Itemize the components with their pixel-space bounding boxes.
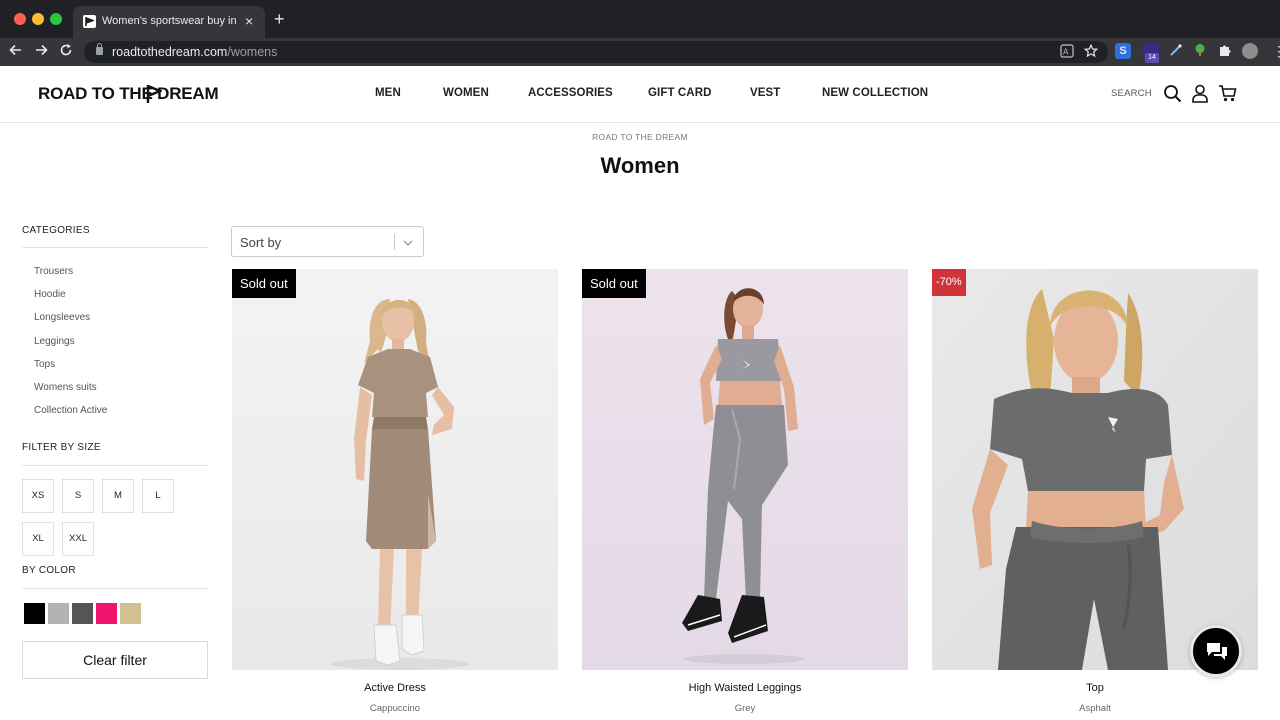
extensions-puzzle-icon[interactable] (1217, 43, 1233, 59)
product-card-top[interactable]: -70% (932, 269, 1258, 670)
category-hoodie[interactable]: Hoodie (34, 289, 66, 300)
nav-vest[interactable]: VEST (750, 87, 780, 99)
product-color: Asphalt (1079, 703, 1111, 714)
nav-gift-card[interactable]: GIFT CARD (648, 87, 712, 99)
category-womens-suits[interactable]: Womens suits (34, 382, 97, 393)
category-collection-active[interactable]: Collection Active (34, 405, 107, 416)
search-label[interactable]: SEARCH (1111, 88, 1152, 99)
tab-close-icon[interactable]: × (245, 13, 253, 29)
product-card-high-waisted-leggings[interactable]: Sold out (582, 269, 908, 670)
svg-text:A: A (1063, 48, 1069, 57)
cart-icon[interactable] (1218, 84, 1237, 108)
page-title: Women (600, 153, 680, 178)
category-longsleeves[interactable]: Longsleeves (34, 312, 90, 323)
chat-button[interactable] (1190, 625, 1242, 677)
color-swatch-light-grey[interactable] (48, 603, 69, 624)
categories-heading: CATEGORIES (22, 225, 90, 236)
reload-icon[interactable] (59, 43, 73, 62)
browser-tab-bar: Women's sportswear buy in Mo × + (0, 0, 1280, 38)
sold-out-badge: Sold out (582, 269, 646, 298)
discount-badge: -70% (932, 269, 966, 296)
window-close-button[interactable] (14, 13, 26, 25)
site-favicon-icon (83, 15, 96, 28)
window-minimize-button[interactable] (32, 13, 44, 25)
size-filter-heading: FILTER BY SIZE (22, 442, 101, 453)
browser-menu-icon[interactable]: ⋮ (1272, 43, 1280, 59)
chat-bubble-icon (1207, 643, 1227, 660)
product-color: Cappuccino (369, 703, 421, 714)
product-image-top (932, 269, 1258, 670)
product-name[interactable]: Top (932, 682, 1258, 694)
color-filter-heading: BY COLOR (22, 565, 76, 576)
browser-tab[interactable]: Women's sportswear buy in Mo × (73, 6, 265, 38)
back-arrow-icon[interactable] (9, 43, 23, 62)
divider (22, 247, 208, 248)
size-option-s[interactable]: S (62, 479, 94, 513)
browser-toolbar: roadtothedream.com/womens A S 14 ⋮ (0, 38, 1280, 66)
new-tab-button[interactable]: + (274, 10, 285, 28)
tab-title: Women's sportswear buy in Mo (102, 15, 240, 27)
divider (22, 465, 208, 466)
category-trousers[interactable]: Trousers (34, 266, 73, 277)
logo-flag-icon (146, 84, 164, 109)
account-icon[interactable] (1191, 84, 1209, 108)
extension-s-icon[interactable]: S (1115, 43, 1131, 59)
size-option-l[interactable]: L (142, 479, 174, 513)
chevron-down-icon (402, 236, 414, 254)
color-swatch-black[interactable] (24, 603, 45, 624)
color-swatch-dark-grey[interactable] (72, 603, 93, 624)
clear-filter-button[interactable]: Clear filter (22, 641, 208, 679)
size-option-m[interactable]: M (102, 479, 134, 513)
category-tops[interactable]: Tops (34, 359, 55, 370)
search-icon[interactable] (1163, 84, 1182, 108)
size-option-xl[interactable]: XL (22, 522, 54, 556)
nav-accessories[interactable]: ACCESSORIES (528, 87, 613, 99)
category-leggings[interactable]: Leggings (34, 336, 75, 347)
divider (22, 588, 208, 589)
nav-new-collection[interactable]: NEW COLLECTION (822, 87, 928, 99)
sort-select[interactable]: Sort by (231, 226, 424, 257)
size-option-xxl[interactable]: XXL (62, 522, 94, 556)
forward-arrow-icon[interactable] (34, 43, 48, 62)
nav-women[interactable]: WOMEN (443, 87, 489, 99)
profile-avatar-icon[interactable] (1242, 43, 1258, 59)
window-zoom-button[interactable] (50, 13, 62, 25)
breadcrumb[interactable]: ROAD TO THE DREAM (0, 132, 1280, 142)
address-bar[interactable]: roadtothedream.com/womens A (84, 41, 1108, 63)
bookmark-star-icon[interactable] (1083, 43, 1099, 60)
site-header: ROAD TO THE DREAM MEN WOMEN ACCESSORIES … (0, 66, 1280, 123)
extension-pen-icon[interactable] (1168, 43, 1184, 59)
product-image-active-dress (232, 269, 558, 670)
lock-icon (96, 43, 103, 55)
sold-out-badge: Sold out (232, 269, 296, 298)
product-card-active-dress[interactable]: Sold out (232, 269, 558, 670)
divider (394, 234, 395, 250)
color-swatch-pink[interactable] (96, 603, 117, 624)
product-image-high-waisted-leggings (582, 269, 908, 670)
site-logo[interactable]: ROAD TO THE DREAM (38, 84, 219, 104)
extension-badge-count: 14 (1145, 53, 1159, 63)
sort-label: Sort by (240, 235, 282, 250)
nav-men[interactable]: MEN (375, 87, 401, 99)
url-text: roadtothedream.com/womens (112, 45, 278, 59)
product-color: Grey (734, 703, 756, 714)
product-name[interactable]: Active Dress (232, 682, 558, 694)
size-option-xs[interactable]: XS (22, 479, 54, 513)
translate-icon[interactable]: A (1059, 44, 1075, 60)
extension-tree-icon[interactable] (1192, 43, 1208, 59)
color-swatch-beige[interactable] (120, 603, 141, 624)
product-name[interactable]: High Waisted Leggings (582, 682, 908, 694)
